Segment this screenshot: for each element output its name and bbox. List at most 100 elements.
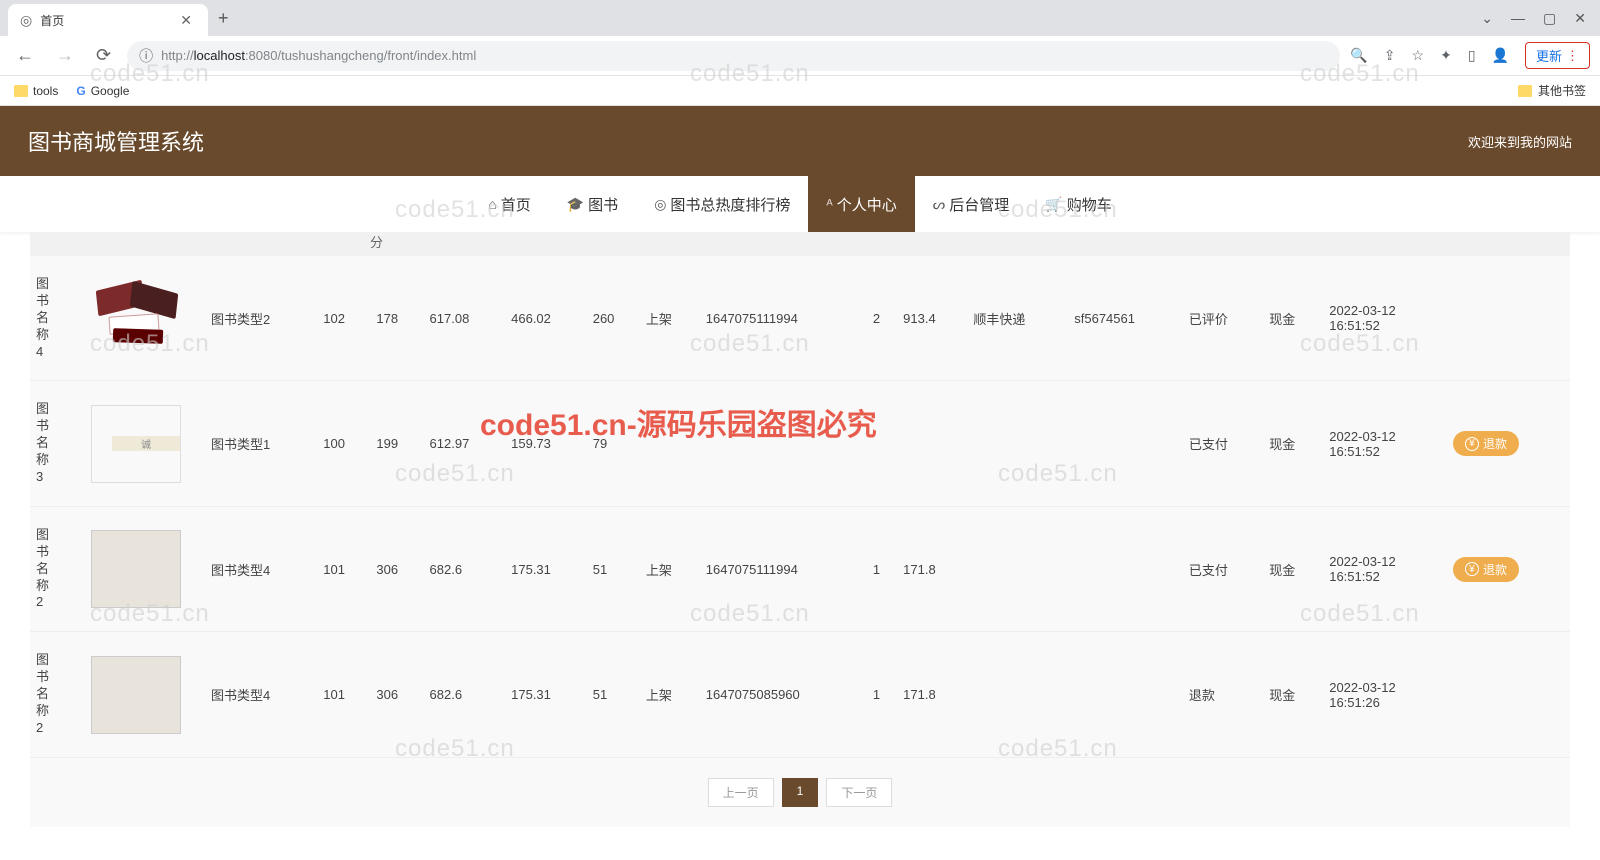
- col-v2: 306: [370, 632, 423, 757]
- yen-icon: ¥: [1465, 437, 1479, 451]
- tracking-no: [1068, 632, 1183, 757]
- pay-status: 已支付: [1183, 506, 1263, 631]
- nav-home[interactable]: ⌂ 首页: [470, 176, 548, 232]
- puzzle-icon[interactable]: ✦: [1440, 47, 1452, 64]
- nav-label: 个人中心: [837, 194, 897, 215]
- forward-icon[interactable]: →: [50, 41, 80, 70]
- url-host: localhost: [194, 48, 245, 63]
- update-button[interactable]: 更新 ⋮: [1525, 42, 1590, 69]
- price-1: 682.6: [424, 632, 506, 757]
- nav-books[interactable]: 🎓图书: [549, 176, 636, 232]
- total: 171.8: [897, 632, 967, 757]
- table-row: 图书名称2 图书类型4 101 306 682.6 175.31 51 上架 1…: [30, 506, 1570, 631]
- reload-icon[interactable]: ⟳: [90, 41, 117, 70]
- nav-ranking[interactable]: ◎图书总热度排行榜: [636, 176, 808, 232]
- prev-page-button[interactable]: 上一页: [708, 778, 774, 807]
- close-window-icon[interactable]: ✕: [1574, 10, 1586, 27]
- nav-label: 首页: [501, 194, 531, 215]
- order-time: 2022-03-1216:51:52: [1323, 256, 1447, 381]
- home-icon: ⌂: [488, 196, 496, 212]
- tab-bar: ◎ 首页 ✕ + ⌄ — ▢ ✕: [0, 0, 1600, 36]
- globe-icon: ◎: [20, 12, 32, 29]
- price-1: 617.08: [424, 256, 506, 381]
- url-text: http://localhost:8080/tushushangcheng/fr…: [161, 48, 476, 63]
- quantity: 2: [867, 256, 897, 381]
- table-row: 图书名称3 诚 图书类型1 100 199 612.97 159.73 79 已…: [30, 381, 1570, 506]
- url-bar[interactable]: ⓘ http://localhost:8080/tushushangcheng/…: [127, 41, 1340, 71]
- order-time: 2022-03-1216:51:52: [1323, 506, 1447, 631]
- close-tab-icon[interactable]: ✕: [176, 12, 196, 29]
- new-tab-button[interactable]: +: [208, 2, 239, 35]
- link-icon: ᔕ: [933, 196, 945, 213]
- toolbar-icons: 🔍 ⇪ ☆ ✦ ▯ 👤 更新 ⋮: [1350, 42, 1590, 69]
- total: 913.4: [897, 256, 967, 381]
- bookmark-label: tools: [33, 84, 58, 98]
- book-name: 图书名称2: [30, 632, 85, 757]
- back-icon[interactable]: ←: [10, 41, 40, 70]
- order-code: [700, 381, 867, 506]
- share-icon[interactable]: ⇪: [1384, 47, 1396, 64]
- folder-icon: [14, 85, 28, 97]
- quantity: [867, 381, 897, 506]
- bookmark-label: Google: [91, 84, 130, 98]
- orders-table: 图书名称4 图书类型2 102 178 617.08 466.02 260 上架…: [30, 256, 1570, 758]
- pay-method: 现金: [1263, 632, 1323, 757]
- yen-icon: ¥: [1465, 562, 1479, 576]
- shelf-status: 上架: [640, 256, 700, 381]
- chevron-down-icon[interactable]: ⌄: [1481, 10, 1493, 27]
- browser-chrome: ◎ 首页 ✕ + ⌄ — ▢ ✕ ← → ⟳ ⓘ http://localhos…: [0, 0, 1600, 106]
- nav-admin[interactable]: ᔕ后台管理: [915, 176, 1028, 232]
- order-time: 2022-03-1216:51:26: [1323, 632, 1447, 757]
- book-type: 图书类型1: [205, 381, 317, 506]
- book-icon: 🎓: [567, 196, 584, 213]
- col-v3: 79: [587, 381, 640, 506]
- book-thumbnail: [85, 632, 205, 757]
- price-1: 682.6: [424, 506, 506, 631]
- nav-label: 购物车: [1067, 194, 1112, 215]
- bookmark-google[interactable]: GGoogle: [76, 84, 129, 98]
- pay-status: 退款: [1183, 632, 1263, 757]
- shipping: 顺丰快递: [967, 256, 1068, 381]
- nav-cart[interactable]: 🛒购物车: [1027, 176, 1129, 232]
- bookmark-tools[interactable]: tools: [14, 84, 58, 98]
- maximize-icon[interactable]: ▢: [1543, 10, 1556, 27]
- col-v1: 102: [317, 256, 370, 381]
- page-1-button[interactable]: 1: [782, 778, 819, 807]
- other-bookmarks[interactable]: 其他书签: [1518, 82, 1586, 99]
- pay-method: 现金: [1263, 506, 1323, 631]
- refund-button[interactable]: ¥退款: [1453, 431, 1519, 456]
- pay-method: 现金: [1263, 381, 1323, 506]
- profile-icon[interactable]: 👤: [1492, 47, 1509, 64]
- shelf-status: 上架: [640, 506, 700, 631]
- site-info-icon[interactable]: ⓘ: [139, 46, 153, 66]
- col-v1: 100: [317, 381, 370, 506]
- book-thumbnail: [85, 256, 205, 381]
- nav-personal[interactable]: ᴬ个人中心: [808, 176, 914, 232]
- star-icon[interactable]: ☆: [1412, 47, 1425, 64]
- col-v1: 101: [317, 506, 370, 631]
- col-v2: 199: [370, 381, 423, 506]
- order-code: 1647075111994: [700, 506, 867, 631]
- quantity: 1: [867, 506, 897, 631]
- book-name: 图书名称2: [30, 506, 85, 631]
- refund-button[interactable]: ¥退款: [1453, 557, 1519, 582]
- bookmarks-bar: tools GGoogle 其他书签: [0, 76, 1600, 106]
- price-2: 466.02: [505, 256, 587, 381]
- order-code: 1647075111994: [700, 256, 867, 381]
- action-cell: ¥退款: [1447, 381, 1570, 506]
- shelf-status: 上架: [640, 632, 700, 757]
- window-controls: ⌄ — ▢ ✕: [1481, 10, 1600, 27]
- side-panel-icon[interactable]: ▯: [1468, 47, 1476, 64]
- book-type: 图书类型4: [205, 632, 317, 757]
- next-page-button[interactable]: 下一页: [826, 778, 892, 807]
- book-name: 图书名称3: [30, 381, 85, 506]
- col-v3: 51: [587, 632, 640, 757]
- page-header: 图书商城管理系统 欢迎来到我的网站: [0, 106, 1600, 176]
- tracking-no: sf5674561: [1068, 256, 1183, 381]
- address-bar-row: ← → ⟳ ⓘ http://localhost:8080/tushushang…: [0, 36, 1600, 76]
- total: [897, 381, 967, 506]
- search-icon[interactable]: 🔍: [1350, 47, 1367, 64]
- browser-tab[interactable]: ◎ 首页 ✕: [8, 4, 208, 36]
- col-v3: 51: [587, 506, 640, 631]
- minimize-icon[interactable]: —: [1511, 10, 1525, 27]
